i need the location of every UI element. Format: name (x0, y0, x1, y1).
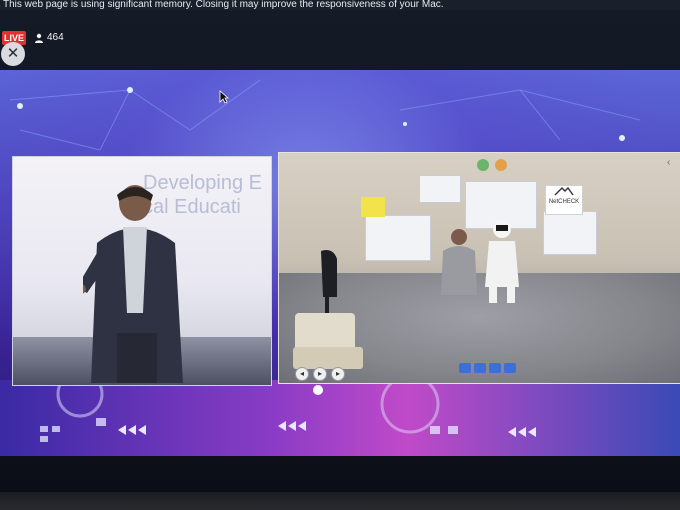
viewer-count-value: 464 (47, 32, 64, 43)
vr-toolbar (459, 363, 516, 373)
close-button[interactable]: ✕ (1, 42, 25, 66)
close-icon: ✕ (6, 45, 20, 62)
vr-tool-2[interactable] (474, 363, 486, 373)
vr-armchair (293, 313, 363, 369)
stage-bottom-decoration (0, 370, 680, 456)
mountain-icon (554, 186, 574, 196)
vr-control-play[interactable]: ▸ (313, 367, 327, 381)
green-avatar-icon[interactable] (477, 159, 489, 171)
vr-scene-panel[interactable]: NetCHECK ‹ ◂ ▸ ▸ (278, 152, 680, 384)
vr-wall-screen-4 (543, 211, 597, 255)
vr-tool-4[interactable] (504, 363, 516, 373)
vr-wall-screen-3 (365, 215, 431, 261)
presenter-video-panel[interactable]: Developing E cal Educati (12, 156, 272, 386)
vr-control-back[interactable]: ◂ (295, 367, 309, 381)
monitor-bezel (0, 492, 680, 510)
vr-tool-1[interactable] (459, 363, 471, 373)
vr-playback-controls: ◂ ▸ ▸ (295, 367, 345, 381)
vr-wall-screen-1 (419, 175, 461, 203)
chevron-left-icon[interactable]: ‹ (667, 157, 670, 168)
vr-robot-avatar (485, 220, 519, 303)
mouse-cursor-icon (219, 90, 229, 104)
viewer-count: 464 (34, 31, 64, 45)
bottom-graphic-pattern (40, 370, 536, 442)
vr-control-forward[interactable]: ▸ (331, 367, 345, 381)
memory-warning-banner: This web page is using significant memor… (0, 0, 680, 10)
vr-tool-3[interactable] (489, 363, 501, 373)
vr-top-icon-group (477, 159, 507, 171)
orange-avatar-icon[interactable] (495, 159, 507, 171)
presenter-figure (83, 185, 183, 383)
person-icon (35, 33, 43, 43)
vr-logo-tile: NetCHECK (545, 185, 583, 215)
vr-sticky-note (361, 197, 385, 217)
